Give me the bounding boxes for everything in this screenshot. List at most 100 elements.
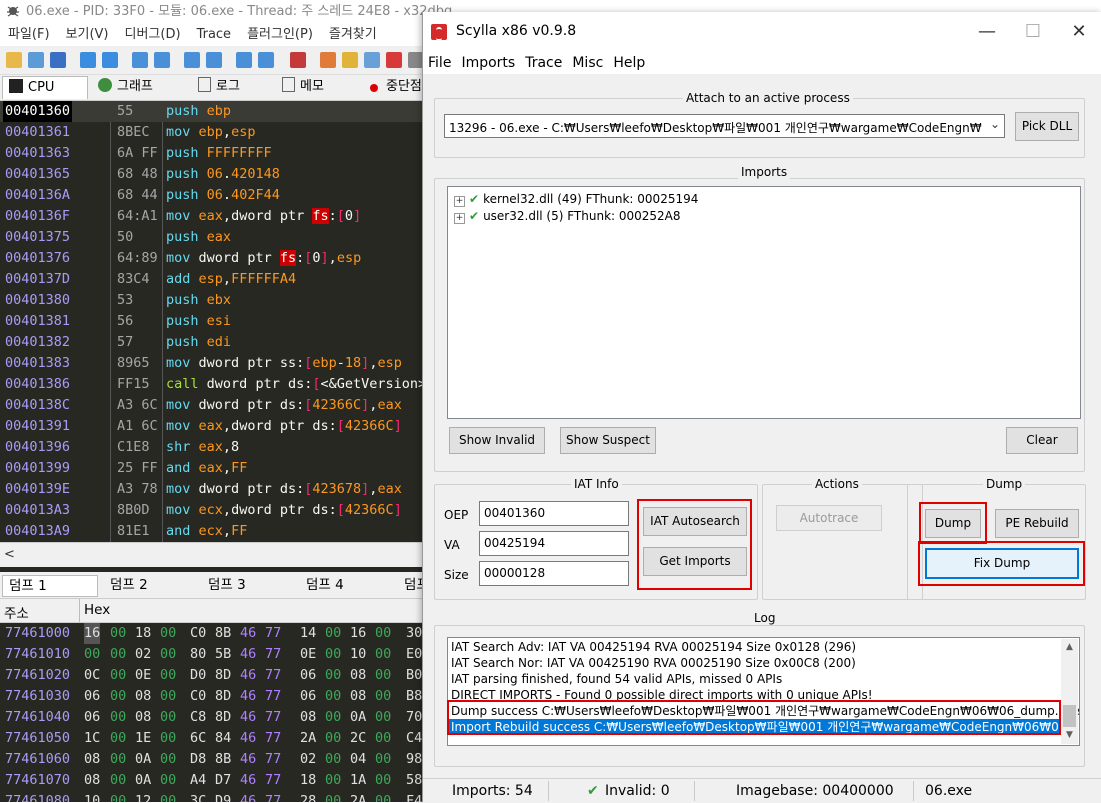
disasm-row[interactable]: 004013A3 8B0D mov ecx,dword ptr ds:[42366C… [0, 500, 422, 521]
hex-byte[interactable]: 08 [135, 707, 151, 728]
hex-byte[interactable]: 02 [135, 644, 151, 665]
tab-dump-2[interactable]: 덤프 2 [104, 575, 198, 595]
hex-row[interactable]: 77461060 08 00 0A 00 D8 8B 46 77 02 00 04 00 98 [0, 749, 422, 770]
hex-byte[interactable]: 8B [215, 623, 231, 644]
tab-dump-1[interactable]: 덤프 1 [2, 575, 98, 597]
disasm-row[interactable]: 00401363 6A FF push FFFFFFFF [0, 143, 422, 164]
restart-icon[interactable] [28, 52, 44, 68]
hex-byte[interactable]: A4 [190, 770, 206, 791]
hex-byte[interactable]: 18 [300, 770, 316, 791]
hex-byte[interactable]: 00 [110, 791, 126, 802]
hex-byte[interactable]: 58 [406, 770, 422, 791]
hex-byte[interactable]: 0E [300, 644, 316, 665]
scroll-down-icon[interactable]: ▼ [1061, 727, 1078, 744]
hex-byte[interactable]: 1A [350, 770, 366, 791]
hex-byte[interactable]: 08 [350, 665, 366, 686]
hex-byte[interactable]: 46 [240, 623, 256, 644]
hex-byte[interactable]: D7 [215, 770, 231, 791]
tree-item-user32[interactable]: + ✔ user32.dll (5) FThunk: 000252A8 [454, 208, 681, 224]
hex-byte[interactable]: 0A [135, 749, 151, 770]
comments-icon[interactable] [342, 52, 358, 68]
hex-byte[interactable]: 2A [350, 791, 366, 802]
expand-icon[interactable]: + [454, 213, 465, 224]
menu-trace[interactable]: Trace [189, 24, 240, 46]
disasm-row[interactable]: 0040136A 68 44 push 06.402F44 [0, 185, 422, 206]
disasm-row[interactable]: 00401365 68 48 push 06.420148 [0, 164, 422, 185]
hex-byte[interactable]: 77 [265, 644, 281, 665]
menu-view[interactable]: 보기(V) [58, 24, 117, 46]
hex-row[interactable]: 77461000 16 00 18 00 C0 8B 46 77 14 00 16 00 30 [0, 623, 422, 644]
hex-byte[interactable]: 00 [325, 623, 341, 644]
disasm-row[interactable]: 004013A9 81E1 and ecx,FF [0, 521, 422, 542]
disasm-row[interactable]: 00401382 57 push edi [0, 332, 422, 353]
bookmark-icon[interactable] [386, 52, 402, 68]
imports-tree[interactable]: + ✔ kernel32.dll (49) FThunk: 00025194 + ✔ u… [447, 186, 1081, 419]
hex-byte[interactable]: 00 [375, 665, 391, 686]
hex-byte[interactable]: 00 [325, 728, 341, 749]
hex-byte[interactable]: D9 [215, 791, 231, 802]
hex-row[interactable]: 77461040 06 00 08 00 C8 8D 46 77 08 00 0A 00 70 [0, 707, 422, 728]
disasm-row[interactable]: 00401396 C1E8 shr eax,8 [0, 437, 422, 458]
clear-button[interactable]: Clear [1006, 427, 1078, 454]
labels-icon[interactable] [364, 52, 380, 68]
disasm-row[interactable]: 0040136F 64:A1 mov eax,dword ptr fs:[0] [0, 206, 422, 227]
hex-byte[interactable]: 06 [300, 665, 316, 686]
hex-byte[interactable]: 14 [300, 623, 316, 644]
hex-byte[interactable]: 80 [190, 644, 206, 665]
disassembly-hscroll[interactable]: < [0, 542, 422, 567]
hex-byte[interactable]: 00 [325, 686, 341, 707]
hex-byte[interactable]: E0 [406, 644, 422, 665]
hex-byte[interactable]: 5B [215, 644, 231, 665]
hex-byte[interactable]: 10 [84, 791, 100, 802]
pick-dll-button[interactable]: Pick DLL [1015, 112, 1079, 141]
hex-byte[interactable]: 00 [110, 770, 126, 791]
hex-byte[interactable]: 77 [265, 707, 281, 728]
hex-byte[interactable]: 1E [135, 728, 151, 749]
tab-dump-4[interactable]: 덤프 4 [300, 575, 394, 595]
hex-byte[interactable]: 00 [325, 707, 341, 728]
scroll-thumb[interactable] [1063, 705, 1076, 727]
menu-help[interactable]: Help [608, 52, 650, 74]
hex-byte[interactable]: 00 [160, 623, 176, 644]
hex-byte[interactable]: D0 [190, 665, 206, 686]
hex-byte[interactable]: 77 [265, 770, 281, 791]
menu-file[interactable]: File [423, 52, 456, 74]
hex-byte[interactable]: D8 [190, 749, 206, 770]
hex-byte[interactable]: 77 [265, 686, 281, 707]
menu-trace[interactable]: Trace [520, 52, 567, 74]
hex-byte[interactable]: 06 [300, 686, 316, 707]
hex-byte[interactable]: 00 [375, 770, 391, 791]
disasm-row[interactable]: 00401383 8965 mov dword ptr ss:[ebp-18],es… [0, 353, 422, 374]
hex-byte[interactable]: 00 [160, 644, 176, 665]
hex-byte[interactable]: 70 [406, 707, 422, 728]
hex-byte[interactable]: 3C [190, 791, 206, 802]
menu-imports[interactable]: Imports [456, 52, 520, 74]
hex-byte[interactable]: 98 [406, 749, 422, 770]
hex-byte[interactable]: 00 [325, 665, 341, 686]
disassembly-view[interactable]: 00401360 55 push ebp 00401361 8BEC mov ebp,es… [0, 101, 422, 542]
disasm-row[interactable]: 00401375 50 push eax [0, 227, 422, 248]
hex-byte[interactable]: 00 [110, 623, 126, 644]
hex-byte[interactable]: 2C [350, 728, 366, 749]
hex-byte[interactable]: 00 [110, 728, 126, 749]
hex-byte[interactable]: 0E [135, 665, 151, 686]
process-select[interactable]: 13296 - 06.exe - C:₩Users₩leefo₩Desktop₩… [444, 114, 1005, 138]
hex-byte[interactable]: 00 [375, 644, 391, 665]
hex-byte[interactable]: C0 [190, 623, 206, 644]
scroll-left-icon[interactable]: < [4, 547, 15, 562]
hex-byte[interactable]: 2A [300, 728, 316, 749]
trace-into-icon[interactable] [184, 52, 200, 68]
hex-byte[interactable]: 00 [160, 770, 176, 791]
hex-byte[interactable]: 00 [375, 707, 391, 728]
hex-byte[interactable]: 00 [110, 644, 126, 665]
expand-icon[interactable]: + [454, 196, 465, 207]
hex-byte[interactable]: 0A [350, 707, 366, 728]
disasm-row[interactable]: 00401386 FF15 call dword ptr ds:[<&GetVers… [0, 374, 422, 395]
hex-byte[interactable]: 46 [240, 770, 256, 791]
hex-byte[interactable]: C4 [406, 728, 422, 749]
disasm-row[interactable]: 0040137D 83C4 add esp,FFFFFFA4 [0, 269, 422, 290]
hex-byte[interactable]: 1C [84, 728, 100, 749]
hex-byte[interactable]: 00 [375, 686, 391, 707]
hex-byte[interactable]: 08 [300, 707, 316, 728]
hex-byte[interactable]: 77 [265, 665, 281, 686]
